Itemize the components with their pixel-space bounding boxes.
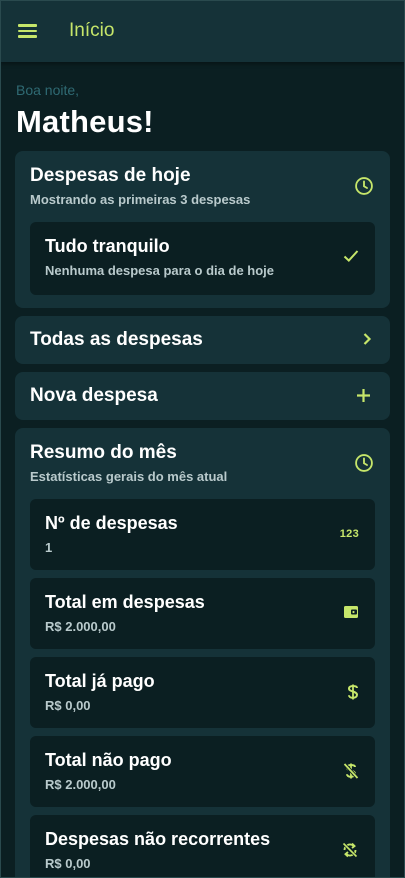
month-summary-title: Resumo do mês	[30, 442, 177, 463]
stat-label: Despesas não recorrentes	[45, 829, 271, 849]
check-icon	[343, 249, 359, 268]
greeting-name: Matheus!	[16, 104, 154, 139]
stat-label: Total já pago	[45, 671, 155, 691]
page-title: Início	[69, 20, 115, 41]
dollar-icon	[347, 683, 359, 706]
app-bar: Início	[0, 0, 405, 62]
stat-value: R$ 2.000,00	[45, 777, 116, 792]
sync-disabled-icon	[341, 841, 359, 864]
stat-card-count: Nº de despesas 1 123	[30, 499, 375, 570]
stat-label: Nº de despesas	[45, 513, 178, 533]
stat-value: R$ 0,00	[45, 856, 91, 871]
today-expenses-card: Despesas de hoje Mostrando as primeiras …	[15, 151, 390, 308]
menu-icon[interactable]	[18, 23, 38, 39]
today-empty-state: Tudo tranquilo Nenhuma despesa para o di…	[30, 222, 375, 295]
all-expenses-label: Todas as despesas	[30, 329, 203, 350]
empty-state-title: Tudo tranquilo	[45, 236, 170, 256]
stat-value: R$ 2.000,00	[45, 619, 116, 634]
greeting-salutation: Boa noite,	[16, 82, 80, 98]
new-expense-button[interactable]: Nova despesa	[15, 372, 390, 420]
stat-label: Total em despesas	[45, 592, 205, 612]
chevron-right-icon	[362, 331, 372, 352]
month-summary-subtitle: Estatísticas gerais do mês atual	[30, 469, 228, 484]
greeting: Boa noite, Matheus!	[0, 62, 405, 140]
stat-value: 1	[45, 540, 53, 555]
all-expenses-button[interactable]: Todas as despesas	[15, 316, 390, 364]
today-expenses-title: Despesas de hoje	[30, 165, 191, 186]
no-dollar-icon	[343, 762, 359, 785]
clock-icon	[354, 176, 374, 201]
clock-icon	[354, 453, 374, 478]
empty-state-subtitle: Nenhuma despesa para o dia de hoje	[45, 263, 275, 278]
today-expenses-subtitle: Mostrando as primeiras 3 despesas	[30, 192, 251, 207]
stat-label: Total não pago	[45, 750, 172, 770]
numbers-icon: 123	[339, 528, 359, 540]
month-summary-card: Resumo do mês Estatísticas gerais do mês…	[15, 428, 390, 878]
plus-icon	[356, 388, 371, 408]
stat-card-unpaid: Total não pago R$ 2.000,00	[30, 736, 375, 807]
stat-card-paid: Total já pago R$ 0,00	[30, 657, 375, 728]
new-expense-label: Nova despesa	[30, 385, 158, 406]
stat-card-total: Total em despesas R$ 2.000,00	[30, 578, 375, 649]
stat-value: R$ 0,00	[45, 698, 91, 713]
wallet-icon	[343, 604, 359, 625]
stat-card-non-recurring: Despesas não recorrentes R$ 0,00	[30, 815, 375, 878]
